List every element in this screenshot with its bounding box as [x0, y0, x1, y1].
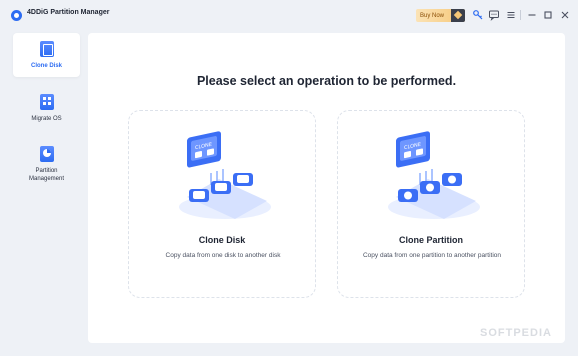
card-title: Clone Disk [198, 235, 246, 245]
clone-partition-card[interactable]: CLONE Clone Partition Copy data from one… [337, 110, 525, 298]
gem-icon [451, 9, 465, 22]
clone-disk-icon [39, 41, 54, 57]
title-separator [520, 10, 521, 20]
close-icon[interactable] [559, 9, 571, 21]
sidebar-item-label: Partition Management [28, 168, 65, 182]
key-icon[interactable] [472, 9, 484, 21]
maximize-icon[interactable] [542, 9, 554, 21]
sidebar-item-partition-management[interactable]: Partition Management [13, 138, 80, 190]
buy-now-label: Buy Now [420, 12, 445, 19]
sidebar-item-migrate-os[interactable]: Migrate OS [13, 86, 80, 130]
card-description: Copy data from one disk to another disk [165, 252, 281, 259]
minimize-icon[interactable] [526, 9, 538, 21]
card-description: Copy data from one partition to another … [362, 252, 502, 259]
title-bar: 4DDiG Partition Manager Buy Now [0, 0, 578, 30]
softpedia-watermark: SOFTPEDIA [480, 327, 552, 339]
sidebar-item-clone-disk[interactable]: Clone Disk [13, 33, 80, 77]
clone-disk-illustration-icon: CLONE [179, 131, 271, 219]
migrate-os-icon [39, 94, 54, 110]
app-logo-icon [11, 10, 22, 21]
clone-disk-card[interactable]: CLONE Clone Disk Copy data from one disk… [128, 110, 316, 298]
feedback-icon[interactable] [488, 9, 500, 21]
card-title: Clone Partition [398, 235, 463, 245]
main-panel: Please select an operation to be perform… [88, 33, 565, 343]
clone-partition-illustration-icon: CLONE [388, 131, 480, 219]
page-title: Please select an operation to be perform… [196, 74, 457, 88]
sidebar: Clone Disk Migrate OS Partition Manageme… [0, 30, 88, 346]
sidebar-item-label: Migrate OS [31, 116, 62, 122]
app-title: 4DDiG Partition Manager [27, 9, 110, 16]
sidebar-item-label: Clone Disk [30, 63, 62, 69]
menu-icon[interactable] [505, 9, 517, 21]
buy-now-button[interactable]: Buy Now [416, 9, 465, 22]
partition-management-icon [39, 146, 54, 162]
